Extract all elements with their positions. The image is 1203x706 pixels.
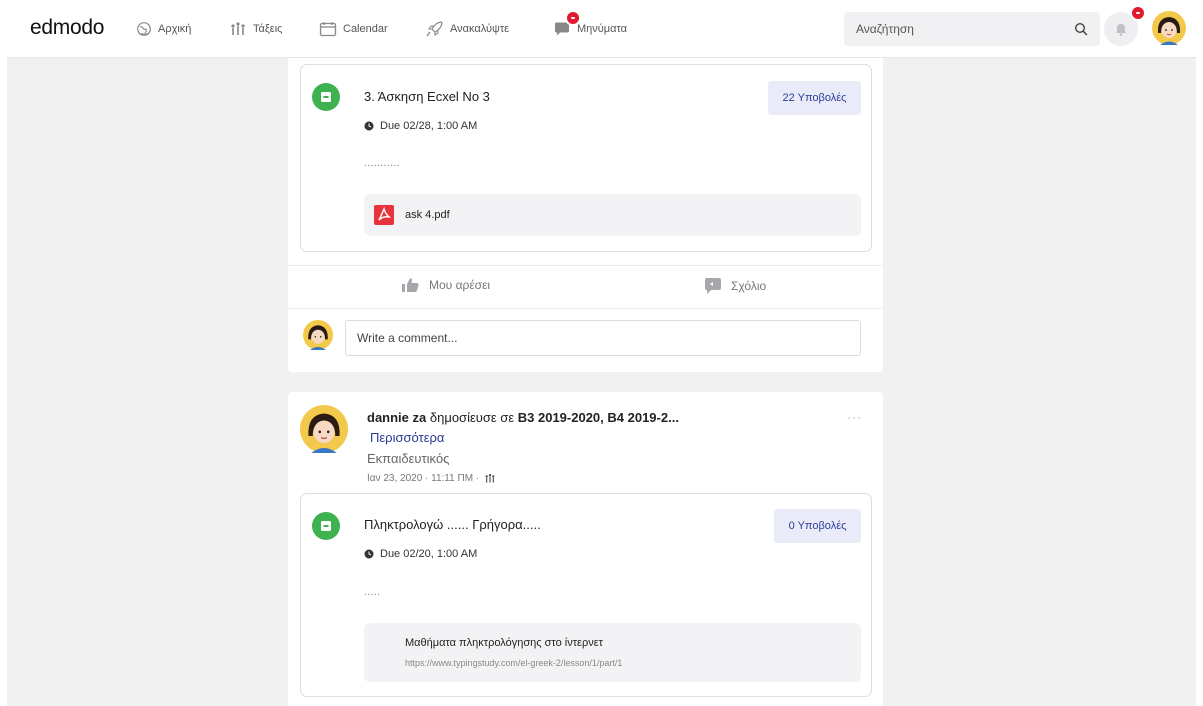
due-date: Due 02/20, 1:00 AM <box>364 548 477 560</box>
author-role: Εκπαιδευτικός <box>367 451 450 466</box>
timestamp-text: Ιαν 23, 2020 · 11:11 ΠΜ · <box>367 473 480 484</box>
assignment-icon <box>312 512 340 540</box>
nav-home[interactable]: Αρχική <box>136 20 191 38</box>
nav-discover-label: Ανακαλύψτε <box>450 23 510 35</box>
rocket-icon <box>426 21 443 37</box>
calendar-icon <box>319 22 337 37</box>
posted-classes[interactable]: Β3 2019-2020, Β4 2019-2... <box>518 410 679 425</box>
home-globe-icon <box>137 22 151 36</box>
comment-label: Σχόλιο <box>731 279 767 293</box>
nav-calendar[interactable]: Calendar <box>319 20 388 38</box>
messages-badge <box>565 10 581 26</box>
assignment-title[interactable]: Πληκτρολογώ ...... Γρήγορα..... <box>364 517 541 532</box>
comment-icon <box>705 278 721 294</box>
attachment-pdf[interactable]: ask 4.pdf <box>364 194 861 236</box>
assignment-description: ..... <box>364 587 381 598</box>
link-attachment[interactable]: Μαθήματα πληκτρολόγησης στο ίντερνετ htt… <box>364 623 861 682</box>
user-avatar[interactable] <box>1152 11 1186 45</box>
thumbs-up-icon <box>402 278 419 292</box>
due-date-text: Due 02/20, 1:00 AM <box>380 548 478 560</box>
assignment-description: ........... <box>364 158 401 169</box>
due-date: Due 02/28, 1:00 AM <box>364 120 477 132</box>
submissions-button[interactable]: 22 Υποβολές <box>768 81 861 115</box>
post-timestamp: Ιαν 23, 2020 · 11:11 ΠΜ · <box>367 473 496 484</box>
posted-in-text: δημοσίευσε σε <box>429 410 515 425</box>
nav-classes[interactable]: Τάξεις <box>229 20 282 38</box>
assignment-card[interactable]: Πληκτρολογώ ...... Γρήγορα..... 0 Υποβολ… <box>300 493 872 697</box>
page: edmodo Αρχική Τάξεις Calendar Ανακαλύψτε… <box>7 0 1196 706</box>
author-avatar[interactable] <box>300 405 348 453</box>
nav-messages-label: Μηνύματα <box>577 23 628 35</box>
comment-button[interactable]: Σχόλιο <box>703 277 766 295</box>
attachment-name: ask 4.pdf <box>405 209 450 221</box>
post-menu-button[interactable]: ··· <box>847 410 862 424</box>
assignment-icon <box>312 83 340 111</box>
divider <box>288 308 883 309</box>
search-input[interactable] <box>856 22 1074 36</box>
submissions-button[interactable]: 0 Υποβολές <box>774 509 861 543</box>
nav-discover[interactable]: Ανακαλύψτε <box>426 20 509 38</box>
nav-classes-label: Τάξεις <box>253 23 283 35</box>
post-card-2: dannie za δημοσίευσε σε Β3 2019-2020, Β4… <box>288 392 883 706</box>
more-link[interactable]: Περισσότερα <box>370 430 444 445</box>
commenter-avatar <box>303 320 333 350</box>
clock-icon <box>364 121 374 131</box>
link-url: https://www.typingstudy.com/el-greek-2/l… <box>405 658 623 668</box>
classes-icon <box>231 22 245 35</box>
assignment-card[interactable]: 3. Άσκηση Ecxel No 3 22 Υποβολές Due 02/… <box>300 64 872 252</box>
nav-home-label: Αρχική <box>158 23 192 35</box>
assignment-title[interactable]: 3. Άσκηση Ecxel No 3 <box>364 89 490 104</box>
comment-input[interactable] <box>345 320 861 356</box>
nav-messages[interactable]: Μηνύματα <box>553 20 627 38</box>
search-icon[interactable] <box>1074 22 1088 36</box>
author-name[interactable]: dannie za <box>367 410 426 425</box>
link-title: Μαθήματα πληκτρολόγησης στο ίντερνετ <box>405 637 603 649</box>
like-button[interactable]: Μου αρέσει <box>401 277 490 293</box>
like-label: Μου αρέσει <box>429 278 491 292</box>
notifications-badge <box>1130 5 1146 21</box>
classes-icon <box>485 473 495 483</box>
due-date-text: Due 02/28, 1:00 AM <box>380 120 478 132</box>
post-card-1: 3. Άσκηση Ecxel No 3 22 Υποβολές Due 02/… <box>288 58 883 372</box>
pdf-icon <box>374 205 394 225</box>
post-header: dannie za δημοσίευσε σε Β3 2019-2020, Β4… <box>367 410 679 425</box>
top-navigation: edmodo Αρχική Τάξεις Calendar Ανακαλύψτε… <box>7 0 1196 58</box>
edmodo-logo[interactable]: edmodo <box>30 16 104 40</box>
bell-icon <box>1116 24 1126 36</box>
divider <box>288 265 883 266</box>
nav-calendar-label: Calendar <box>343 23 388 35</box>
search-box <box>844 12 1100 46</box>
clock-icon <box>364 549 374 559</box>
